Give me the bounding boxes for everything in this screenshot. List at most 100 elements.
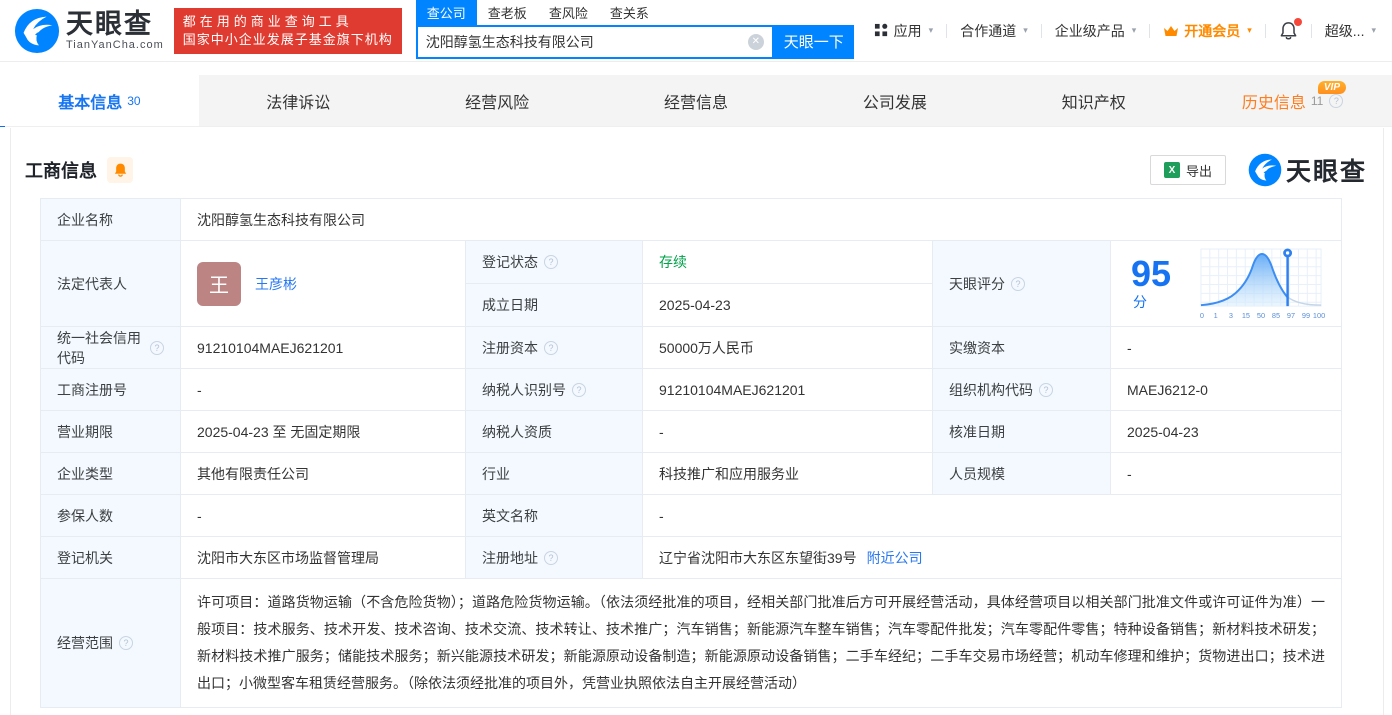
svg-text:99: 99 — [1302, 310, 1310, 319]
reg-address-value: 辽宁省沈阳市大东区东望街39号 — [659, 549, 857, 566]
logo-text: 天眼查 TianYanCha.com — [66, 10, 164, 51]
tab-company-development[interactable]: 公司发展 — [795, 75, 994, 126]
tab-label: 法律诉讼 — [266, 94, 331, 112]
paid-capital-label: 实缴资本 — [933, 327, 1111, 368]
reg-authority-value: 沈阳市大东区市场监督管理局 — [181, 537, 466, 578]
org-code-value: MAEJ6212-0 — [1127, 381, 1208, 398]
nav-divider — [1264, 23, 1266, 38]
table-subrow: 成立日期 2025-04-23 — [466, 284, 932, 326]
reg-capital-label-text: 注册资本 — [482, 339, 538, 356]
help-icon[interactable]: ? — [119, 636, 133, 650]
nav-open-membership[interactable]: 开通会员 ▾ — [1163, 21, 1252, 41]
section-header: 工商信息 X 导出 天眼查 — [25, 152, 1367, 188]
org-code-label-text: 组织机构代码 — [949, 381, 1033, 398]
subscribe-bell-button[interactable] — [107, 157, 133, 183]
reg-status-value: 存续 — [659, 254, 687, 270]
search-tab-company[interactable]: 查公司 — [415, 0, 477, 25]
table-row: 法定代表人 王 王彦彬 登记状态 ? 存续 成立日期 2025-04-23 天眼… — [41, 241, 1341, 327]
reg-number-value: - — [181, 369, 466, 410]
help-icon[interactable]: ? — [572, 382, 586, 397]
main-content: 工商信息 X 导出 天眼查 企业名称 沈阳醇氢生态科技有限公司 法定代表人 王 … — [0, 152, 1392, 708]
english-name-value: - — [659, 507, 664, 524]
search-button[interactable]: 天眼一下 — [773, 24, 854, 59]
reg-address-cell: 辽宁省沈阳市大东区东望街39号 附近公司 — [643, 537, 1341, 578]
tab-basic-info[interactable]: 基本信息 30 — [0, 75, 199, 126]
search-input[interactable] — [417, 33, 748, 50]
tab-intellectual-property[interactable]: 知识产权 — [994, 75, 1193, 126]
nav-enterprise-label: 企业级产品 — [1054, 22, 1125, 39]
establish-date-value: 2025-04-23 — [659, 297, 731, 313]
tab-history-info[interactable]: VIP 历史信息 11 ? — [1193, 75, 1392, 126]
legal-rep-label: 法定代表人 — [41, 241, 181, 326]
reg-status-label-text: 登记状态 — [482, 254, 538, 270]
help-icon[interactable]: ? — [1329, 93, 1344, 108]
chevron-down-icon: ▾ — [1371, 25, 1376, 35]
score-value: 95 — [1131, 252, 1172, 294]
tab-legal-proceedings[interactable]: 法律诉讼 — [199, 75, 398, 126]
search-box: ✕ — [415, 24, 774, 59]
top-nav: 应用 ▾ 合作通道 ▾ 企业级产品 ▾ 开通会员 ▾ 超级... ▾ — [874, 17, 1376, 41]
help-icon[interactable]: ? — [1011, 276, 1025, 291]
table-row: 经营范围 ? 许可项目：道路货物运输（不含危险货物）；道路危险货物运输。（依法须… — [41, 579, 1341, 707]
export-label: 导出 — [1185, 163, 1212, 179]
tab-operating-risk[interactable]: 经营风险 — [398, 75, 597, 126]
nav-super-vip[interactable]: 超级... ▾ — [1325, 21, 1376, 41]
watermark-logo: 天眼查 — [1248, 152, 1367, 188]
business-scope-value: 许可项目：道路货物运输（不含危险货物）；道路危险货物运输。（依法须经批准的项目，… — [197, 594, 1325, 691]
help-icon[interactable]: ? — [150, 340, 164, 355]
legal-rep-name-link[interactable]: 王彦彬 — [255, 274, 297, 294]
nav-super-label: 超级... — [1324, 22, 1365, 39]
approval-date-value: 2025-04-23 — [1127, 423, 1199, 440]
svg-text:85: 85 — [1272, 310, 1280, 319]
staff-size-value: - — [1127, 465, 1132, 482]
legal-rep-avatar[interactable]: 王 — [197, 261, 241, 306]
watermark-text: 天眼查 — [1285, 158, 1367, 186]
reg-capital-value: 50000万人民币 — [643, 327, 933, 368]
tianyancha-logo[interactable]: 天眼查 TianYanCha.com — [14, 8, 164, 54]
tab-operating-info[interactable]: 经营信息 — [597, 75, 796, 126]
svg-text:1: 1 — [1214, 310, 1218, 319]
tab-label: 经营风险 — [465, 94, 530, 112]
search-tab-boss[interactable]: 查老板 — [477, 0, 538, 25]
help-icon[interactable]: ? — [1039, 382, 1053, 397]
score-distribution-chart: 0 1 3 15 50 85 97 99 100 — [1200, 248, 1325, 319]
reg-capital-label: 注册资本 ? — [466, 327, 643, 368]
top-header: 天眼查 TianYanCha.com 都在用的商业查询工具 国家中小企业发展子基… — [0, 0, 1392, 62]
reg-address-label-text: 注册地址 — [482, 549, 538, 566]
notification-bell[interactable] — [1279, 17, 1302, 41]
help-icon[interactable]: ? — [544, 255, 558, 269]
slogan-banner: 都在用的商业查询工具 国家中小企业发展子基金旗下机构 — [173, 7, 402, 54]
tab-label: 知识产权 — [1061, 94, 1126, 112]
table-row: 企业类型 其他有限责任公司 行业 科技推广和应用服务业 人员规模 - — [41, 453, 1341, 495]
excel-icon: X — [1163, 162, 1180, 178]
table-row: 登记机关 沈阳市大东区市场监督管理局 注册地址 ? 辽宁省沈阳市大东区东望街39… — [41, 537, 1341, 579]
search-tab-relation[interactable]: 查关系 — [599, 0, 660, 25]
chevron-down-icon: ▾ — [1023, 25, 1028, 35]
search-tabs: 查公司 查老板 查风险 查关系 — [415, 0, 854, 25]
nav-partner-channel[interactable]: 合作通道 ▾ — [960, 21, 1028, 41]
nav-enterprise-products[interactable]: 企业级产品 ▾ — [1055, 21, 1137, 41]
business-info-table: 企业名称 沈阳醇氢生态科技有限公司 法定代表人 王 王彦彬 登记状态 ? 存续 … — [40, 198, 1342, 708]
tyc-score-label-text: 天眼评分 — [949, 275, 1005, 292]
nearby-companies-link[interactable]: 附近公司 — [867, 548, 923, 568]
table-subrow: 登记状态 ? 存续 — [466, 241, 932, 284]
company-type-value: 其他有限责任公司 — [181, 453, 466, 494]
chevron-down-icon: ▾ — [1247, 25, 1252, 35]
reg-address-label: 注册地址 ? — [466, 537, 643, 578]
nav-membership-label: 开通会员 — [1184, 22, 1241, 39]
clear-icon[interactable]: ✕ — [747, 33, 764, 50]
search-tab-risk[interactable]: 查风险 — [538, 0, 599, 25]
nav-apps[interactable]: 应用 ▾ — [874, 21, 933, 41]
company-name-value: 沈阳醇氢生态科技有限公司 — [197, 211, 365, 228]
status-date-subtable: 登记状态 ? 存续 成立日期 2025-04-23 — [466, 241, 933, 326]
slogan-line-1: 都在用的商业查询工具 — [182, 13, 353, 29]
export-button[interactable]: X 导出 — [1149, 155, 1226, 185]
staff-size-label: 人员规模 — [933, 453, 1111, 494]
help-icon[interactable]: ? — [544, 340, 558, 355]
score-axis-ticks: 0 1 3 15 50 85 97 99 100 — [1200, 310, 1325, 319]
reg-status-label: 登记状态 ? — [466, 241, 643, 283]
company-name-label: 企业名称 — [41, 199, 181, 240]
establish-date-label: 成立日期 — [466, 284, 643, 326]
help-icon[interactable]: ? — [544, 550, 558, 565]
apps-grid-icon — [874, 23, 887, 37]
